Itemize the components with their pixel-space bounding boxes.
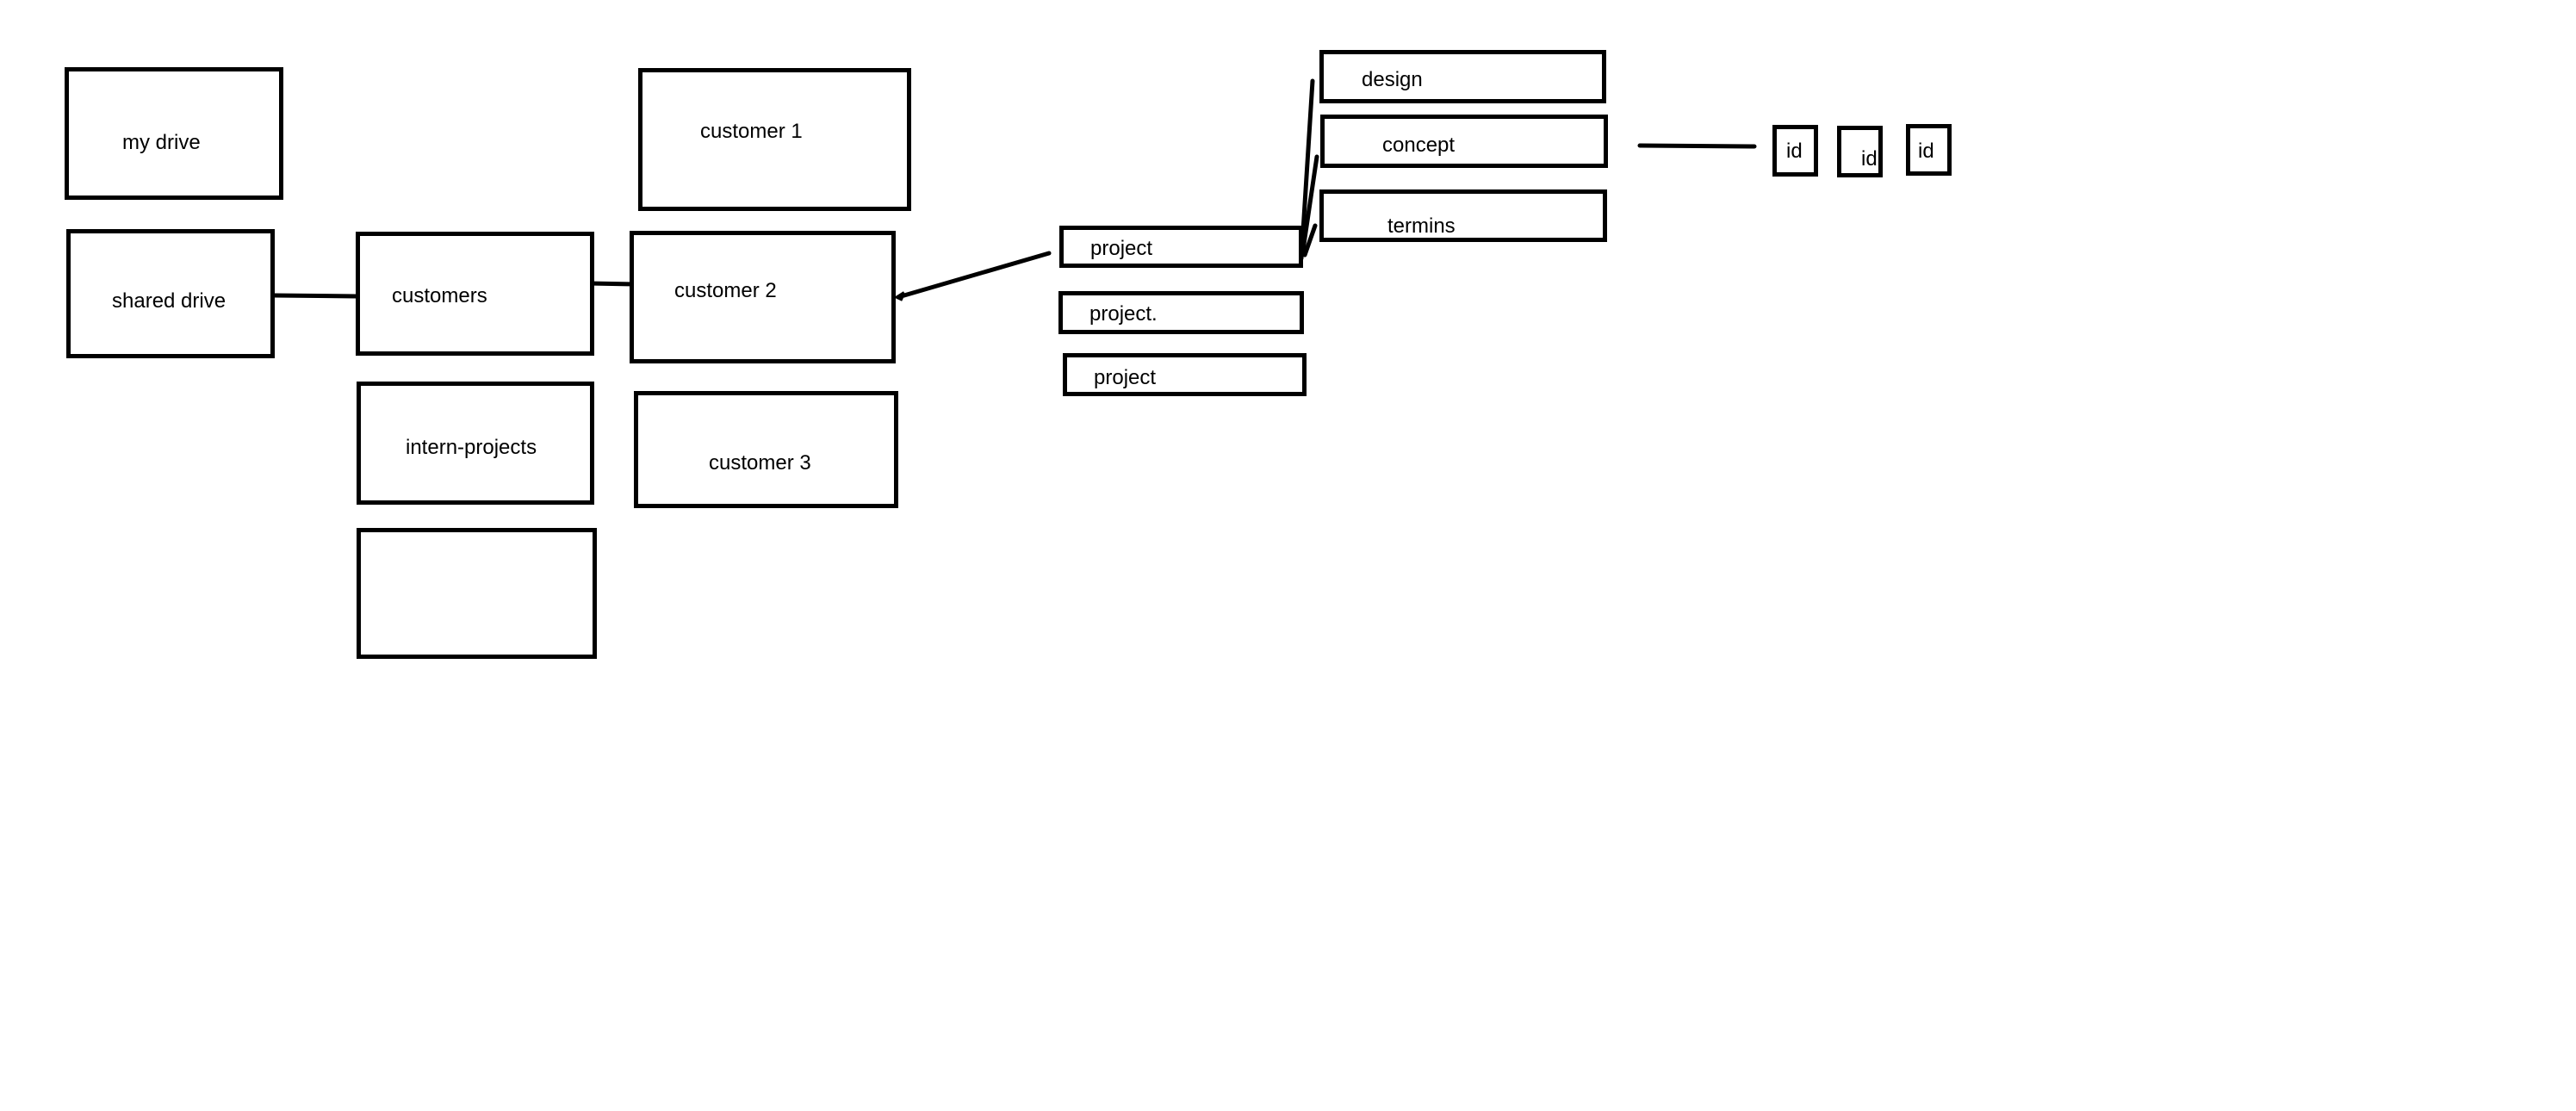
node-shared-drive[interactable]: shared drive [66, 229, 275, 358]
node-label: termins [1387, 214, 1456, 238]
node-label: project. [1089, 302, 1158, 326]
node-customers[interactable]: customers [356, 232, 594, 356]
node-id-1[interactable]: id [1772, 125, 1818, 177]
node-label: intern-projects [406, 436, 537, 459]
node-label: customer 2 [674, 279, 777, 302]
node-label: id [1786, 140, 1803, 163]
node-my-drive[interactable]: my drive [65, 67, 283, 200]
edge-customers-customer-2 [588, 281, 636, 287]
node-label: customer 3 [709, 451, 811, 475]
node-empty-folder[interactable] [357, 528, 597, 659]
edge-customer-2-project [896, 251, 1052, 300]
node-label: id [1918, 140, 1934, 163]
node-label: shared drive [112, 289, 227, 313]
node-concept[interactable]: concept [1320, 115, 1608, 168]
node-label: my drive [122, 131, 201, 154]
node-label: design [1362, 68, 1423, 91]
node-project-1[interactable]: project [1059, 226, 1303, 268]
node-project-2[interactable]: project. [1058, 291, 1304, 334]
node-customer-3[interactable]: customer 3 [634, 391, 898, 508]
node-id-3[interactable]: id [1906, 124, 1952, 176]
node-label: customers [392, 284, 487, 307]
node-id-2[interactable]: id [1837, 126, 1883, 177]
node-customer-1[interactable]: customer 1 [638, 68, 911, 211]
node-customer-2[interactable]: customer 2 [630, 231, 896, 363]
node-label: customer 1 [700, 120, 803, 143]
node-label: concept [1382, 133, 1456, 157]
node-project-3[interactable]: project [1063, 353, 1307, 396]
node-intern-projects[interactable]: intern-projects [357, 382, 594, 505]
edge-shared-drive-customers [273, 293, 357, 299]
node-label: project [1090, 237, 1153, 260]
node-termins[interactable]: termins [1319, 189, 1607, 242]
node-label: project [1094, 366, 1157, 389]
node-label: id [1861, 147, 1878, 171]
node-design[interactable]: design [1319, 50, 1606, 103]
